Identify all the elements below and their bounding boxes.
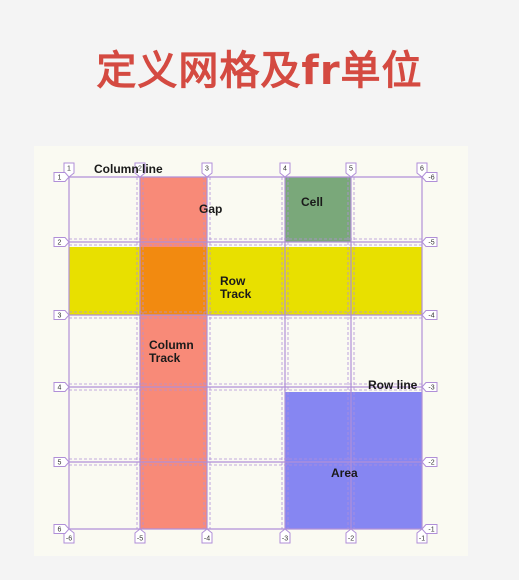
line-number-label: -5	[428, 240, 434, 247]
line-number-label: -4	[204, 536, 210, 543]
row-line-tag-right: -3	[421, 382, 438, 392]
line-number-label: -5	[137, 536, 143, 543]
track-intersection-region	[140, 247, 207, 315]
cell-region	[285, 177, 351, 242]
line-number-label: -2	[348, 536, 354, 543]
line-number-label: 5	[349, 166, 353, 173]
row-track-label-line1: Row	[220, 274, 246, 288]
row-line-tag-right: -4	[421, 310, 438, 320]
line-number-label: -1	[419, 536, 425, 543]
row-line-tag-right: -2	[421, 457, 438, 467]
row-track-region	[69, 247, 422, 315]
line-number-label: -3	[282, 536, 288, 543]
column-line-tag-top: 3	[201, 162, 213, 178]
gap-label: Gap	[199, 202, 222, 216]
line-number-label: 4	[283, 166, 287, 173]
column-line-tag-top: 5	[345, 162, 357, 178]
column-track-label-line1: Column	[149, 338, 194, 352]
row-line-tag-left: 2	[53, 237, 70, 247]
column-line-tag-bottom: -2	[345, 528, 357, 544]
column-line-label: Column line	[94, 162, 163, 176]
area-region	[285, 392, 422, 529]
row-line-tag-left: 6	[53, 524, 70, 534]
column-line-tag-top: 4	[279, 162, 291, 178]
line-number-label: -2	[428, 460, 434, 467]
row-track-label-line2: Track	[220, 287, 252, 301]
line-number-label: 3	[58, 313, 62, 320]
line-number-label: 3	[205, 166, 209, 173]
line-number-label: 6	[420, 166, 424, 173]
cell-label: Cell	[301, 195, 323, 209]
line-number-label: -6	[66, 536, 72, 543]
line-number-label: -4	[428, 313, 434, 320]
line-number-label: 4	[58, 385, 62, 392]
line-number-label: -6	[428, 175, 434, 182]
row-line-label: Row line	[368, 378, 418, 392]
line-number-label: 1	[58, 175, 62, 182]
column-line-tag-bottom: -4	[201, 528, 213, 544]
column-line-tag-bottom: -3	[279, 528, 291, 544]
line-number-label: 1	[67, 166, 71, 173]
line-number-label: 2	[58, 240, 62, 247]
line-number-label: -1	[428, 527, 434, 534]
line-number-label: 5	[58, 460, 62, 467]
row-line-tag-right: -6	[421, 172, 438, 182]
row-line-tag-right: -1	[421, 524, 438, 534]
row-line-tag-right: -5	[421, 237, 438, 247]
column-line-tag-bottom: -5	[134, 528, 146, 544]
grid-diagram: 1 -6 2 -5 3 -4 4 -3 5 -2 6 -1 1 -6 2 -5 3 -4 4 -3 5 -2 6 -1 Col…	[34, 146, 468, 556]
line-number-label: -3	[428, 385, 434, 392]
row-line-tag-left: 3	[53, 310, 70, 320]
grid-diagram-svg: 1-62-53-44-35-26-11 -62 -53 -44 -35 -26 -1 Col…	[53, 162, 438, 544]
line-number-label: 6	[58, 527, 62, 534]
row-line-tag-left: 5	[53, 457, 70, 467]
row-line-tag-left: 1	[53, 172, 70, 182]
area-label: Area	[331, 466, 358, 480]
row-line-tag-left: 4	[53, 382, 70, 392]
page-title: 定义网格及fr单位	[96, 48, 423, 94]
column-track-label-line2: Track	[149, 351, 181, 365]
